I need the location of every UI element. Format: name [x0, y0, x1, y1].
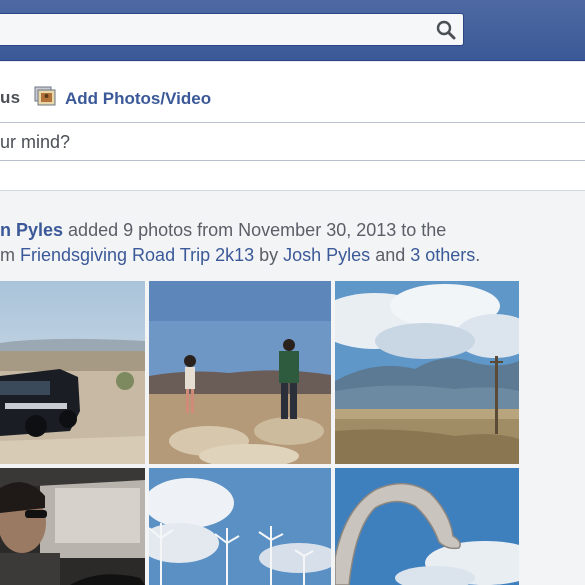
post-composer	[0, 62, 585, 191]
photo-dinosaur-statue[interactable]	[335, 468, 519, 585]
divider	[0, 160, 585, 161]
status-input[interactable]: ur mind?	[0, 132, 70, 153]
story-headline-line2: m Friendsgiving Road Trip 2k13 by Josh P…	[0, 243, 480, 268]
story-prefix-text: m	[0, 245, 20, 265]
others-link[interactable]: 3 others	[410, 245, 475, 265]
album-link[interactable]: Friendsgiving Road Trip 2k13	[20, 245, 254, 265]
photo-two-people-desert[interactable]	[149, 281, 331, 464]
photo-suv-desert[interactable]	[0, 281, 145, 464]
add-photos-label: Add Photos/Video	[65, 88, 212, 108]
and-text: and	[370, 245, 411, 265]
search-icon[interactable]	[435, 19, 457, 41]
story-headline-line1: n Pyles added 9 photos from November 30,…	[0, 218, 446, 243]
photo-album-icon	[34, 86, 65, 111]
photo-wind-turbines[interactable]	[149, 468, 331, 585]
actor-link[interactable]: n Pyles	[0, 220, 63, 240]
photo-mountains-clouds[interactable]	[335, 281, 519, 464]
add-photos-video-button[interactable]: Add Photos/Video	[34, 86, 211, 111]
top-navigation-bar	[0, 0, 585, 61]
owner-link[interactable]: Josh Pyles	[283, 245, 370, 265]
by-text: by	[254, 245, 284, 265]
divider	[0, 122, 585, 123]
photo-man-in-car[interactable]	[0, 468, 145, 585]
search-input[interactable]	[0, 13, 464, 46]
story-action-text: added 9 photos from November 30, 2013 to…	[63, 220, 447, 240]
tab-status[interactable]: us	[0, 88, 20, 108]
period-text: .	[475, 245, 481, 265]
